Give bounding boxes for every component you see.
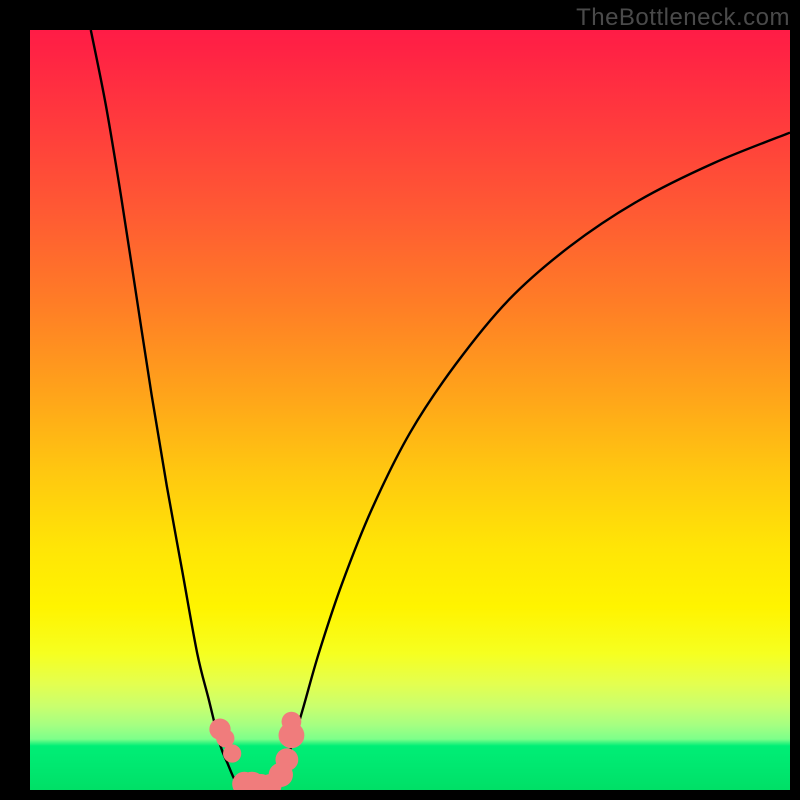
data-marker	[282, 712, 302, 732]
data-marker	[275, 748, 298, 771]
chart-frame: TheBottleneck.com	[0, 0, 800, 800]
curve-left-branch	[91, 30, 243, 790]
marker-group	[209, 712, 304, 790]
data-marker	[223, 744, 241, 762]
curve-layer	[30, 30, 790, 790]
plot-area	[30, 30, 790, 790]
curve-right-branch	[273, 133, 790, 790]
watermark-text: TheBottleneck.com	[576, 4, 790, 32]
